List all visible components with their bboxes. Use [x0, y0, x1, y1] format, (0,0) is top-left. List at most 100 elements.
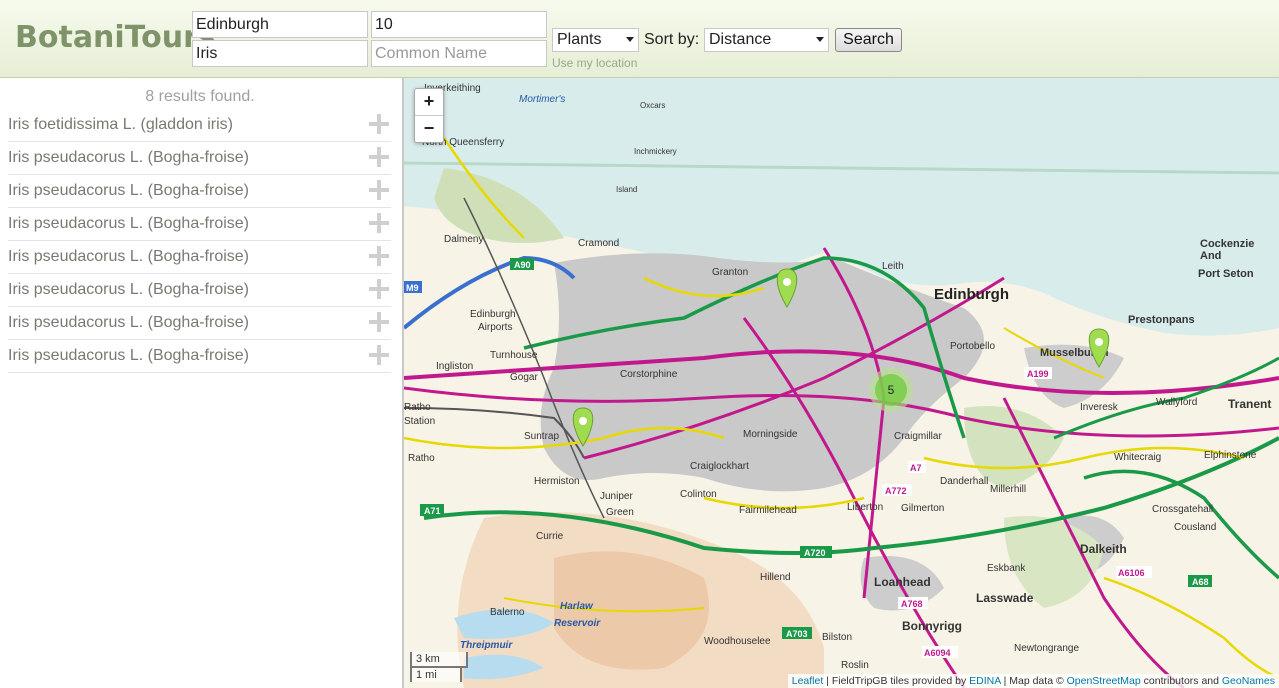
map-label: Station	[404, 416, 435, 427]
map-label: Green	[606, 507, 634, 518]
result-item[interactable]: Iris pseudacorus L. (Bogha-froise)	[8, 175, 391, 208]
category-select[interactable]: Plants	[552, 28, 639, 52]
map-label: Airports	[478, 322, 512, 333]
map-label: Ratho	[404, 402, 431, 413]
map-label: Reservoir	[554, 618, 601, 629]
category-select-value: Plants	[557, 31, 602, 48]
zoom-out-button[interactable]: −	[415, 116, 443, 142]
map-label: Ratho	[408, 453, 435, 464]
map-label: Cramond	[578, 238, 619, 249]
map-label: Threipmuir	[460, 640, 513, 651]
map-label: Mortimer's	[519, 94, 565, 105]
result-item[interactable]: Iris pseudacorus L. (Bogha-froise)	[8, 142, 391, 175]
common-name-input[interactable]	[371, 40, 547, 67]
chevron-down-icon	[626, 37, 634, 42]
map-label: Wallyford	[1156, 397, 1197, 408]
map-label: Leith	[882, 261, 904, 272]
add-icon[interactable]	[369, 213, 389, 233]
road-shield: A703	[786, 629, 808, 639]
map-label: Suntrap	[524, 431, 559, 442]
add-icon[interactable]	[369, 246, 389, 266]
map-label: Lasswade	[976, 591, 1034, 605]
add-icon[interactable]	[369, 147, 389, 167]
map-label: Millerhill	[990, 484, 1026, 495]
map-label: Colinton	[680, 489, 717, 500]
map-tiles: Inverkeithing Mortimer's North Queensfer…	[404, 78, 1279, 688]
road-shield: A71	[424, 506, 441, 516]
map-label: Cockenzie	[1200, 238, 1254, 250]
result-item-label: Iris pseudacorus L. (Bogha-froise)	[8, 182, 249, 199]
result-item-label: Iris pseudacorus L. (Bogha-froise)	[8, 314, 249, 331]
road-shield: A7	[910, 463, 922, 473]
attribution-text: | Map data ©	[1000, 675, 1067, 687]
road-shield: A6106	[1118, 568, 1145, 578]
use-my-location-link[interactable]: Use my location	[552, 56, 637, 70]
location-input[interactable]	[192, 11, 368, 38]
map-label: Bonnyrigg	[902, 619, 962, 633]
zoom-in-button[interactable]: +	[415, 89, 443, 116]
sort-select[interactable]: Distance	[704, 28, 829, 52]
map-label: Harlaw	[560, 601, 594, 612]
openstreetmap-link[interactable]: OpenStreetMap	[1067, 675, 1141, 687]
result-item[interactable]: Iris pseudacorus L. (Bogha-froise)	[8, 208, 391, 241]
add-icon[interactable]	[369, 180, 389, 200]
map-label: Granton	[712, 267, 748, 278]
results-list: Iris foetidissima L. (gladdon iris) Iris…	[8, 109, 391, 373]
map-label: Morningside	[743, 429, 798, 440]
result-count: 8 results found.	[145, 88, 255, 105]
map-label: Craigmillar	[894, 431, 942, 442]
map-label: Inchmickery	[634, 147, 677, 156]
road-shield: A772	[885, 486, 907, 496]
add-icon[interactable]	[369, 312, 389, 332]
map-label: Craiglockhart	[690, 461, 749, 472]
map-label: Elphinstone	[1204, 450, 1257, 461]
scale-mi: 1 mi	[410, 666, 462, 682]
map-label: Inveresk	[1080, 402, 1119, 413]
map-attribution: Leaflet | FieldTripGB tiles provided by …	[787, 674, 1279, 688]
marker-cluster[interactable]: 5	[869, 368, 913, 412]
map-label: Prestonpans	[1128, 314, 1195, 326]
map-label: Hermiston	[534, 476, 580, 487]
map-label: Currie	[536, 531, 564, 542]
header-bar: BotaniTours Plants Sort by: Distance Sea…	[0, 0, 1279, 78]
map-label: Island	[616, 185, 637, 194]
map-label: Eskbank	[987, 563, 1026, 574]
map-label: Edinburgh	[470, 309, 516, 320]
result-item[interactable]: Iris pseudacorus L. (Bogha-froise)	[8, 340, 391, 373]
geonames-link[interactable]: GeoNames	[1222, 675, 1275, 687]
result-item-label: Iris pseudacorus L. (Bogha-froise)	[8, 149, 249, 166]
map-label: And	[1200, 250, 1221, 262]
result-item[interactable]: Iris pseudacorus L. (Bogha-froise)	[8, 307, 391, 340]
map-label: Edinburgh	[934, 286, 1009, 303]
radius-input[interactable]	[371, 11, 547, 38]
search-button[interactable]: Search	[835, 28, 902, 52]
map-label: Tranent	[1228, 397, 1271, 411]
map-label: Ingliston	[436, 361, 473, 372]
species-input[interactable]	[192, 40, 368, 67]
map-view[interactable]: Inverkeithing Mortimer's North Queensfer…	[404, 78, 1279, 688]
map-label: Crossgatehall	[1152, 504, 1213, 515]
result-item[interactable]: Iris pseudacorus L. (Bogha-froise)	[8, 241, 391, 274]
map-label: Port Seton	[1198, 268, 1254, 280]
map-label: Newtongrange	[1014, 643, 1079, 654]
map-label: Dalmeny	[444, 234, 483, 245]
map-label: Corstorphine	[620, 369, 678, 380]
map-label: Gogar	[510, 372, 538, 383]
add-icon[interactable]	[369, 114, 389, 134]
result-item[interactable]: Iris pseudacorus L. (Bogha-froise)	[8, 274, 391, 307]
map-label: Gilmerton	[901, 503, 944, 514]
map-label: Juniper	[600, 491, 633, 502]
leaflet-link[interactable]: Leaflet	[792, 675, 824, 687]
app-logo[interactable]: BotaniTours	[15, 20, 216, 55]
attribution-text: contributors and	[1140, 675, 1222, 687]
result-item-label: Iris pseudacorus L. (Bogha-froise)	[8, 347, 249, 364]
result-item[interactable]: Iris foetidissima L. (gladdon iris)	[8, 109, 391, 142]
edina-link[interactable]: EDINA	[969, 675, 1001, 687]
result-item-label: Iris foetidissima L. (gladdon iris)	[8, 116, 233, 133]
map-scale: 3 km 1 mi	[410, 652, 468, 682]
add-icon[interactable]	[369, 345, 389, 365]
add-icon[interactable]	[369, 279, 389, 299]
result-item-label: Iris pseudacorus L. (Bogha-froise)	[8, 215, 249, 232]
attribution-text: | FieldTripGB tiles provided by	[823, 675, 970, 687]
map-label: Fairmilehead	[739, 505, 797, 516]
